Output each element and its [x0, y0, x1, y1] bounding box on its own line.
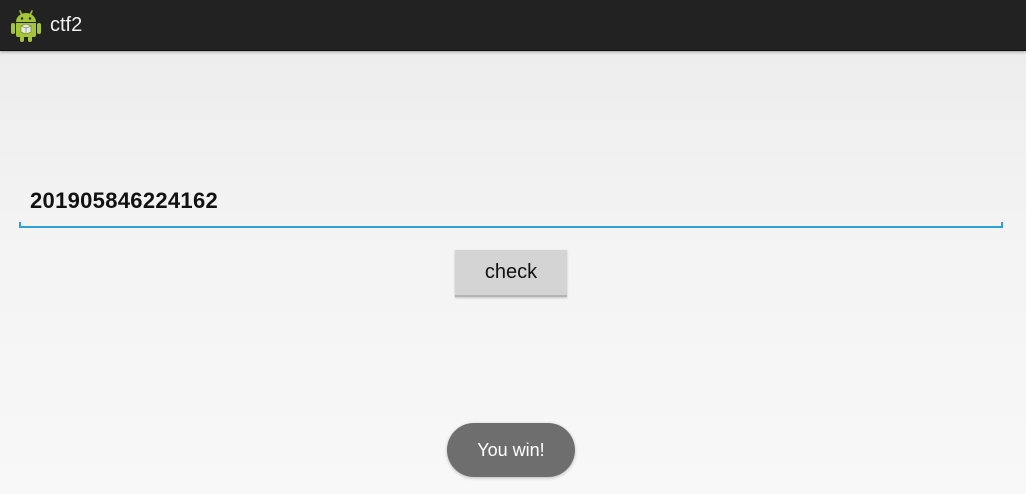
android-robot-icon: [11, 10, 41, 42]
input-underline-left-tick: [19, 222, 21, 228]
toast-text: You win!: [477, 439, 545, 460]
toast-message: You win!: [447, 423, 575, 477]
input-underline-right-tick: [1001, 222, 1003, 228]
input-underline: [19, 226, 1003, 228]
flag-input-value[interactable]: 201905846224162: [30, 188, 218, 214]
check-button[interactable]: check: [455, 250, 567, 297]
flag-input-field[interactable]: 201905846224162: [19, 178, 1003, 228]
action-bar: ctf2: [0, 0, 1026, 51]
app-title: ctf2: [50, 14, 83, 36]
